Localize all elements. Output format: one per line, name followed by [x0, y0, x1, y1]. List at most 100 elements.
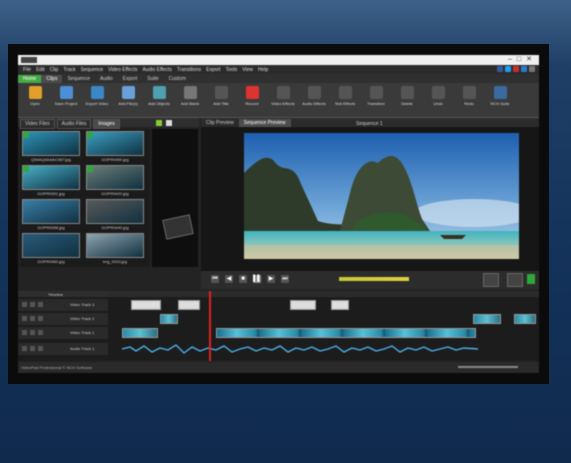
step-forward-icon[interactable]: ▶ — [267, 275, 275, 283]
step-back-icon[interactable]: ◀ — [225, 275, 233, 283]
preview-tabs: Clip Preview Sequence Preview Sequence 1 — [201, 118, 539, 127]
monitor-screen: –□✕ File Edit Clip Track Sequence Video Effec… — [8, 44, 549, 384]
playhead[interactable] — [209, 291, 211, 361]
media-thumbnail[interactable]: GOPR0459.jpg — [86, 131, 144, 163]
record-button[interactable]: Record — [239, 85, 265, 115]
thumbnail-caption: GOPR0398.jpg — [37, 225, 65, 230]
timeline-clip[interactable] — [216, 328, 476, 338]
bin-tool-icon[interactable] — [156, 120, 162, 126]
add-blank-button[interactable]: Add Blank — [177, 85, 203, 115]
status-text: VideoPad Professional © NCH Software — [21, 365, 93, 370]
thumbnail-image — [86, 233, 144, 258]
play-pause-icon[interactable]: ▌▌ — [253, 275, 262, 283]
nch-suite-button[interactable]: NCH Suite — [487, 85, 513, 115]
redo-button[interactable]: Redo — [456, 85, 482, 115]
tab-clips[interactable]: Clips — [41, 75, 63, 83]
menu-item-file[interactable]: File — [23, 67, 31, 73]
add-objects-button[interactable]: Add Objects — [146, 85, 172, 115]
save-project-button[interactable]: Save Project — [53, 85, 79, 115]
skip-forward-icon[interactable]: ⏭ — [281, 275, 289, 283]
add-title-button[interactable]: Add Title — [208, 85, 234, 115]
media-thumbnail[interactable]: GOPR0398.jpg — [22, 199, 80, 231]
menu-item-transitions[interactable]: Transitions — [177, 67, 201, 73]
timeline-clip[interactable] — [331, 300, 349, 310]
menu-item-track[interactable]: Track — [63, 67, 75, 73]
menu-bar: File Edit Clip Track Sequence Video Effects Au… — [18, 65, 539, 74]
tab-clip-preview[interactable]: Clip Preview — [201, 119, 239, 127]
social-icon[interactable] — [505, 66, 511, 72]
menu-item-help[interactable]: Help — [258, 67, 268, 73]
ribbon-button-label: Transition — [367, 101, 385, 106]
thumbnail-caption: img_0023.jpg — [102, 259, 128, 264]
ribbon-button-label: Add Title — [213, 101, 229, 106]
stop-icon[interactable]: ■ — [239, 275, 247, 283]
social-icon[interactable] — [521, 66, 527, 72]
media-thumbnail[interactable]: GOPR0440.jpg — [86, 199, 144, 231]
media-thumbnail[interactable]: img_0023.jpg — [86, 233, 144, 265]
social-icon[interactable] — [497, 66, 503, 72]
thumbnail-image — [22, 233, 80, 258]
menu-item-video-effects[interactable]: Video Effects — [108, 67, 137, 73]
tab-sequence-preview[interactable]: Sequence Preview — [238, 119, 291, 127]
preview-area — [201, 127, 539, 271]
bin-tab-images[interactable]: Images — [93, 119, 120, 129]
text-effects-button[interactable]: Text Effects — [332, 85, 358, 115]
tab-sequence[interactable]: Sequence — [62, 75, 95, 83]
tab-home[interactable]: Home — [18, 75, 42, 83]
ribbon-button-label: Undo — [433, 101, 443, 106]
menu-item-view[interactable]: View — [242, 67, 253, 73]
export-video-button[interactable]: Export Video — [84, 85, 110, 115]
audio-waveform[interactable] — [122, 344, 478, 354]
tab-audio[interactable]: Audio — [95, 75, 118, 83]
open-button[interactable]: Open — [22, 85, 48, 115]
undo-button[interactable]: Undo — [425, 85, 451, 115]
menu-item-tools[interactable]: Tools — [226, 67, 238, 73]
fullscreen-icon[interactable] — [527, 274, 535, 284]
media-thumbnail[interactable]: GOPR0391.jpg — [22, 165, 80, 197]
snapshot-icon[interactable] — [507, 273, 523, 287]
timeline-clip[interactable] — [160, 314, 178, 324]
video-effects-button[interactable]: Video Effects — [270, 85, 296, 115]
add-file-s-button[interactable]: Add File(s) — [115, 85, 141, 115]
window-controls[interactable]: –□✕ — [508, 55, 537, 63]
split-icon[interactable] — [483, 273, 499, 287]
track-label: Video Track 2 — [70, 316, 95, 321]
transition-button[interactable]: Transition — [363, 85, 389, 115]
bin-tab-audio-files[interactable]: Audio Files — [56, 119, 92, 129]
media-thumbnail[interactable]: GOPR0460.jpg — [22, 233, 80, 265]
media-bin-thumbnails: Q54AQ4AAAC0BT.jpg GOPR0459.jpg GOPR0391.jp… — [20, 129, 150, 267]
drop-hint-icon — [162, 214, 194, 240]
tab-export[interactable]: Export — [118, 75, 142, 83]
timeline-clip[interactable] — [122, 328, 158, 338]
thumbnail-image — [22, 165, 80, 190]
timeline-ruler[interactable] — [108, 291, 539, 297]
quick-access-toolbar[interactable] — [21, 57, 37, 63]
audio-effects-button[interactable]: Audio Effects — [301, 85, 327, 115]
tab-custom[interactable]: Custom — [164, 75, 191, 83]
menu-item-export[interactable]: Export — [206, 67, 220, 73]
volume-meter — [339, 277, 409, 281]
zoom-slider[interactable] — [458, 366, 518, 368]
menu-item-edit[interactable]: Edit — [36, 67, 45, 73]
media-thumbnail[interactable]: Q54AQ4AAAC0BT.jpg — [22, 131, 80, 163]
skip-back-icon[interactable]: ⏮ — [211, 275, 219, 283]
timeline-clip[interactable] — [290, 300, 316, 310]
timeline-clip[interactable] — [514, 314, 536, 324]
redo-icon — [462, 86, 476, 99]
bin-tab-video-files[interactable]: Video Files — [20, 119, 55, 129]
tab-suite[interactable]: Suite — [142, 75, 163, 83]
menu-item-sequence[interactable]: Sequence — [81, 67, 104, 73]
timeline-clip[interactable] — [178, 300, 200, 310]
menu-item-clip[interactable]: Clip — [50, 67, 59, 73]
social-icon[interactable] — [529, 66, 535, 72]
timeline-clip[interactable] — [131, 300, 161, 310]
social-icon[interactable] — [513, 66, 519, 72]
menu-item-audio-effects[interactable]: Audio Effects — [142, 67, 171, 73]
bin-tool-icon[interactable] — [166, 120, 172, 126]
timeline-clip[interactable] — [473, 314, 501, 324]
media-thumbnail[interactable]: GOPR0420.jpg — [86, 165, 144, 197]
add-title-icon — [214, 86, 228, 99]
delete-button[interactable]: Delete — [394, 85, 420, 115]
preview-frame — [244, 133, 519, 259]
audio-effects-icon — [307, 86, 321, 99]
